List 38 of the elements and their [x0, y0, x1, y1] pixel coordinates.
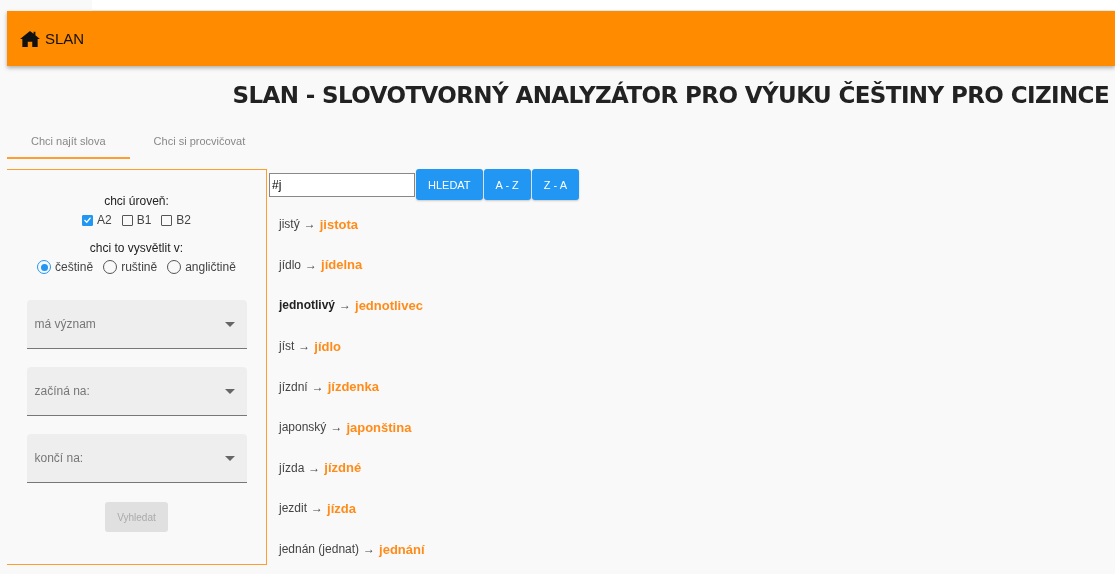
checkbox[interactable] [121, 214, 133, 226]
language-option: češtině [55, 260, 94, 274]
dropdown[interactable]: končí na: [26, 434, 247, 483]
level-label: chci úroveň: [104, 194, 169, 208]
result-entry: jezdit → jízda [279, 499, 357, 518]
result-entry: jídlo → jídelna [279, 256, 364, 275]
language-option: angličtině [185, 260, 236, 274]
home-icon[interactable] [19, 29, 41, 48]
caret-icon [224, 388, 235, 394]
result-entry: jízdní → jízdenka [279, 378, 380, 397]
search-field[interactable]: #j [269, 172, 415, 197]
caret-icon [224, 455, 235, 461]
checkbox[interactable] [81, 214, 93, 226]
result-entry: jednotlivý → jednotlivec [279, 297, 424, 315]
search-action-button[interactable]: HLEDAT [416, 169, 483, 200]
search-action-button[interactable]: Z - A [531, 169, 580, 200]
page-title: SLAN - SLOVOTVORNÝ ANALYZÁTOR PRO VÝUKU ČEŠTINY PRO CIZINCE [231, 82, 1109, 108]
result-entry: jízda → jízdné [279, 459, 363, 478]
caret-icon [224, 321, 235, 327]
checkbox[interactable] [161, 214, 173, 226]
language-option: ruštině [121, 260, 158, 274]
level-option: B2 [176, 213, 192, 227]
tab[interactable]: Chci najít slova [7, 128, 130, 159]
result-entry: jednán (jednat) → jednání [279, 540, 426, 559]
brand-link[interactable]: SLAN [45, 30, 85, 47]
language-label: chci to vysvětlit v: [89, 241, 184, 255]
dropdown[interactable]: začíná na: [26, 367, 247, 416]
dropdown[interactable]: má význam [26, 300, 247, 349]
result-entry: jíst → jídlo [279, 337, 343, 356]
dropdown-placeholder: začíná na: [34, 384, 90, 398]
level-option: A2 [96, 213, 112, 227]
dropdown-placeholder: má význam [34, 317, 96, 331]
result-entry: jistý → jistota [279, 215, 359, 234]
level-option: B1 [136, 213, 152, 227]
result-entry: japonský → japonština [279, 418, 413, 437]
search-action-button[interactable]: A - Z [483, 169, 531, 200]
tab[interactable]: Chci si procvičovat [129, 128, 270, 159]
dropdown-placeholder: končí na: [34, 451, 84, 465]
